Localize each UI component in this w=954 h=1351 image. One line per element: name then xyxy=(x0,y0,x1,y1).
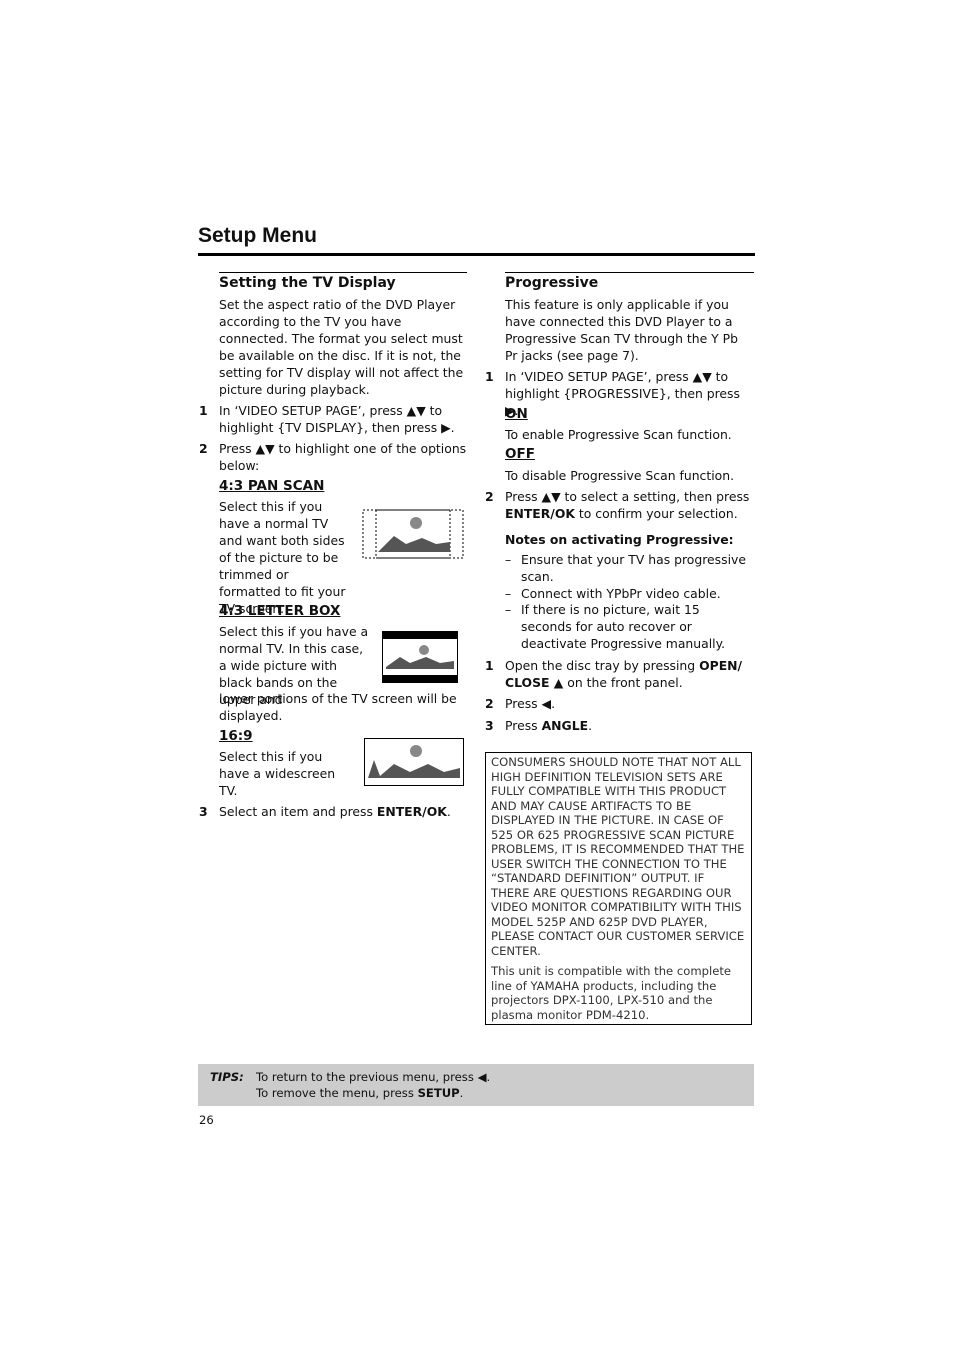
step-number: 1 xyxy=(485,658,494,673)
step-text: Press ▲▼ to highlight one of the options… xyxy=(219,441,467,473)
widescreen-illustration xyxy=(364,738,464,786)
letter-box-illustration xyxy=(382,631,458,683)
step-text: Press ▲▼ to select a setting, then press… xyxy=(505,489,750,521)
option-title: 4:3 LETTER BOX xyxy=(219,603,341,619)
step-text: In ‘VIDEO SETUP PAGE’, press ▲▼ to highl… xyxy=(505,369,740,418)
option-title: OFF xyxy=(505,446,535,462)
step-number: 3 xyxy=(485,718,494,733)
compatibility-notice-box: CONSUMERS SHOULD NOTE THAT NOT ALL HIGH … xyxy=(485,752,752,1025)
option-text: To disable Progressive Scan function. xyxy=(505,468,735,483)
option-text: Select this if you have a normal TV and … xyxy=(219,499,346,616)
page-number: 26 xyxy=(199,1113,214,1127)
step-number: 3 xyxy=(199,804,208,819)
step-text: In ‘VIDEO SETUP PAGE’, press ▲▼ to highl… xyxy=(219,403,455,435)
option-title: 4:3 PAN SCAN xyxy=(219,478,325,494)
tips-bar: TIPS: To return to the previous menu, pr… xyxy=(198,1064,754,1106)
step-number: 2 xyxy=(485,489,494,504)
dash-bullet: – xyxy=(505,602,512,617)
tips-label: TIPS: xyxy=(210,1070,244,1084)
notes-heading: Notes on activating Progressive: xyxy=(505,532,734,547)
step-number: 2 xyxy=(199,441,208,456)
step-number: 1 xyxy=(485,369,494,384)
title-rule xyxy=(198,253,755,256)
section-heading: Setting the TV Display xyxy=(219,275,396,291)
compatibility-text: This unit is compatible with the complet… xyxy=(491,964,732,1022)
consumer-notice: CONSUMERS SHOULD NOTE THAT NOT ALL HIGH … xyxy=(491,755,745,958)
option-text: To enable Progressive Scan function. xyxy=(505,427,732,442)
tip-line: To return to the previous menu, press ◀. xyxy=(256,1070,491,1084)
step-text: Select an item and press ENTER/OK. xyxy=(219,804,451,819)
dash-bullet: – xyxy=(505,586,512,601)
option-title: 16:9 xyxy=(219,728,253,744)
intro-text: This feature is only applicable if you h… xyxy=(505,297,739,363)
option-text-continued: lower portions of the TV screen will be … xyxy=(219,691,457,723)
option-text: Select this if you have a widescreen TV. xyxy=(219,749,336,798)
note-item: Ensure that your TV has progressive scan… xyxy=(521,552,746,584)
note-item: If there is no picture, wait 15 seconds … xyxy=(521,602,726,651)
step-number: 1 xyxy=(199,403,208,418)
note-item: Connect with YPbPr video cable. xyxy=(521,586,721,601)
step-number: 2 xyxy=(485,696,494,711)
section-heading: Progressive xyxy=(505,275,599,291)
intro-text: Set the aspect ratio of the DVD Player a… xyxy=(219,297,464,397)
step-text: Press ◀. xyxy=(505,696,556,711)
step-text: Open the disc tray by pressing OPEN/ CLO… xyxy=(505,658,743,690)
tip-line: To remove the menu, press SETUP. xyxy=(256,1086,464,1100)
dash-bullet: – xyxy=(505,552,512,567)
step-text: Press ANGLE. xyxy=(505,718,593,733)
pan-scan-illustration xyxy=(362,509,464,559)
option-title: ON xyxy=(505,406,528,422)
page-title: Setup Menu xyxy=(198,224,317,247)
